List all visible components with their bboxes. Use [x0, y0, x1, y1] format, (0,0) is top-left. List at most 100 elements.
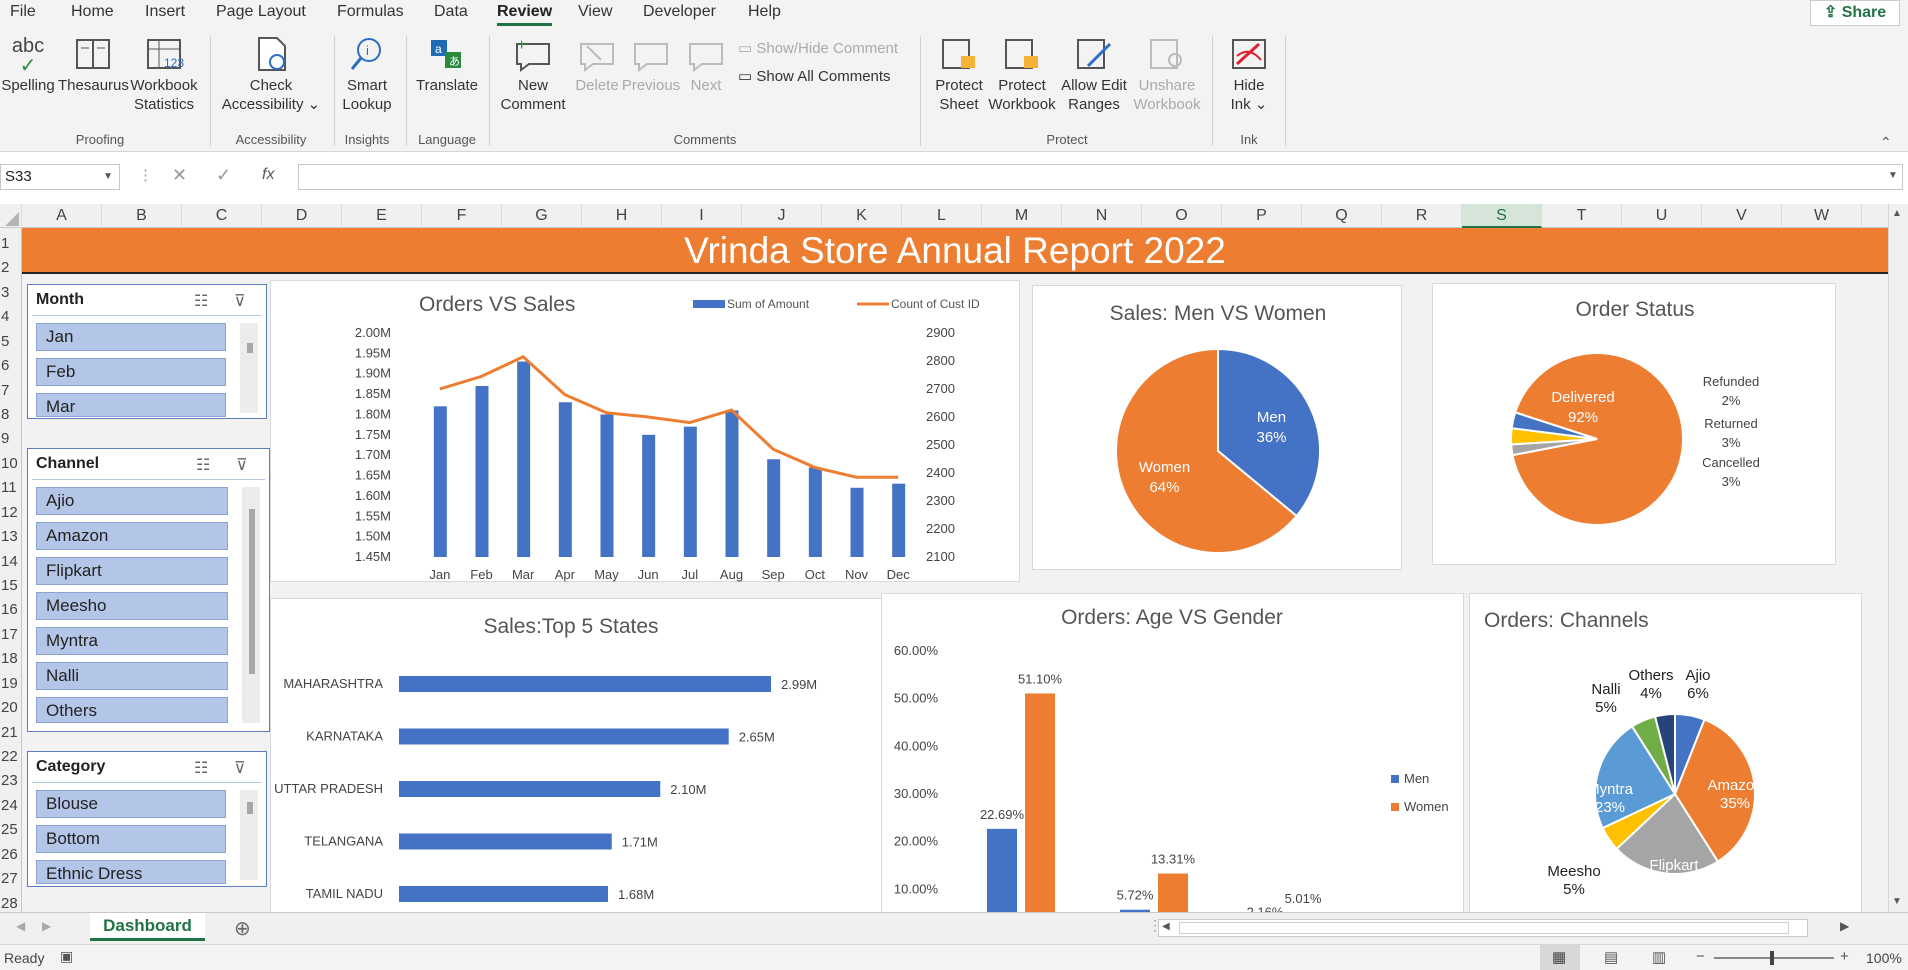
- insert-function-icon[interactable]: fx: [262, 166, 274, 184]
- zoom-out-icon[interactable]: −: [1696, 948, 1705, 965]
- slicer-item-feb[interactable]: Feb: [36, 358, 226, 386]
- slicer-item-myntra[interactable]: Myntra: [36, 627, 228, 655]
- row-header-20[interactable]: 20: [0, 698, 22, 718]
- page-break-view-icon[interactable]: ▥: [1652, 948, 1666, 966]
- expand-formula-icon[interactable]: ▼: [1888, 170, 1898, 181]
- column-header-j[interactable]: J: [742, 204, 822, 228]
- clear-filter-icon[interactable]: ⊽: [234, 758, 246, 778]
- multi-select-icon[interactable]: ☷: [194, 291, 208, 311]
- slicer-item-amazon[interactable]: Amazon: [36, 522, 228, 550]
- row-header-28[interactable]: 28: [0, 894, 22, 914]
- column-header-l[interactable]: L: [902, 204, 982, 228]
- row-header-13[interactable]: 13: [0, 527, 22, 547]
- row-header-1[interactable]: 1: [0, 234, 22, 254]
- row-header-3[interactable]: 3: [0, 283, 22, 303]
- slicer-item-ajio[interactable]: Ajio: [36, 487, 228, 515]
- row-header-12[interactable]: 12: [0, 503, 22, 523]
- slicer-item-blouse[interactable]: Blouse: [36, 790, 226, 818]
- column-header-q[interactable]: Q: [1302, 204, 1382, 228]
- row-header-26[interactable]: 26: [0, 845, 22, 865]
- slicer-item-bottom[interactable]: Bottom: [36, 825, 226, 853]
- chart-sales-men-vs-women[interactable]: Sales: Men VS Women Men 36% Women 64%: [1032, 285, 1402, 570]
- tab-formulas[interactable]: Formulas: [337, 3, 404, 21]
- tab-insert[interactable]: Insert: [145, 3, 185, 21]
- row-header-4[interactable]: 4: [0, 307, 22, 327]
- macro-record-icon[interactable]: ▣: [60, 948, 73, 965]
- chart-order-status[interactable]: Order Status Delivered 92% Refunded 2% Return…: [1432, 283, 1836, 565]
- slicer-scrollbar[interactable]: [242, 487, 260, 723]
- chart-orders-channels[interactable]: Orders: Channels Ajio 6% Amazon 35% Flipkart 2…: [1469, 593, 1862, 912]
- column-header-h[interactable]: H: [582, 204, 662, 228]
- hide-ink-button[interactable]: Hide Ink ⌄: [1218, 36, 1280, 114]
- slicer-scrollbar[interactable]: [240, 323, 258, 413]
- column-header-d[interactable]: D: [262, 204, 342, 228]
- smart-lookup-button[interactable]: i Smart Lookup: [340, 36, 394, 114]
- column-header-b[interactable]: B: [102, 204, 182, 228]
- column-header-w[interactable]: W: [1782, 204, 1862, 228]
- row-header-25[interactable]: 25: [0, 820, 22, 840]
- scroll-thumb[interactable]: [247, 802, 253, 814]
- select-all-corner[interactable]: [0, 204, 22, 228]
- row-header-15[interactable]: 15: [0, 576, 22, 596]
- row-header-23[interactable]: 23: [0, 771, 22, 791]
- multi-select-icon[interactable]: ☷: [196, 455, 210, 475]
- check-accessibility-button[interactable]: Check Accessibility ⌄: [218, 36, 324, 114]
- slicer-scrollbar[interactable]: [240, 790, 258, 880]
- clear-filter-icon[interactable]: ⊽: [234, 291, 246, 311]
- enter-icon[interactable]: ✓: [216, 165, 231, 186]
- scroll-thumb[interactable]: [1179, 922, 1789, 934]
- workbook-statistics-button[interactable]: 123 Workbook Statistics: [128, 36, 200, 114]
- unshare-workbook-button[interactable]: Unshare Workbook: [1132, 36, 1202, 114]
- row-header-21[interactable]: 21: [0, 723, 22, 743]
- row-header-8[interactable]: 8: [0, 405, 22, 425]
- scroll-left-icon[interactable]: ◀: [1162, 921, 1170, 932]
- row-header-9[interactable]: 9: [0, 429, 22, 449]
- row-header-19[interactable]: 19: [0, 674, 22, 694]
- prev-sheet-icon[interactable]: ◀: [16, 919, 25, 933]
- slicer-item-others[interactable]: Others: [36, 697, 228, 723]
- cancel-icon[interactable]: ✕: [172, 165, 187, 186]
- row-header-7[interactable]: 7: [0, 381, 22, 401]
- column-header-v[interactable]: V: [1702, 204, 1782, 228]
- zoom-slider[interactable]: [1714, 951, 1834, 965]
- slicer-item-jan[interactable]: Jan: [36, 323, 226, 351]
- share-button[interactable]: ⇪ Share: [1810, 0, 1900, 26]
- column-header-r[interactable]: R: [1382, 204, 1462, 228]
- scroll-down-icon[interactable]: ▼: [1892, 896, 1902, 907]
- translate-button[interactable]: aあ Translate: [412, 36, 482, 95]
- chart-top-5-states[interactable]: Sales:Top 5 States MAHARASHTRA 2.99M KARNAT…: [270, 598, 893, 912]
- slicer-item-nalli[interactable]: Nalli: [36, 662, 228, 690]
- scroll-up-icon[interactable]: ▲: [1892, 208, 1902, 219]
- row-header-16[interactable]: 16: [0, 600, 22, 620]
- allow-edit-ranges-button[interactable]: Allow Edit Ranges: [1056, 36, 1132, 114]
- formula-input[interactable]: [298, 164, 1903, 190]
- tab-file[interactable]: File: [10, 3, 36, 21]
- tab-developer[interactable]: Developer: [643, 3, 716, 21]
- slicer-channel[interactable]: Channel ☷ ⊽ Ajio Amazon Flipkart Meesho …: [27, 448, 270, 732]
- column-header-s[interactable]: S: [1462, 204, 1542, 228]
- slicer-month[interactable]: Month ☷ ⊽ Jan Feb Mar: [27, 284, 267, 419]
- slicer-item-mar[interactable]: Mar: [36, 393, 226, 417]
- column-header-n[interactable]: N: [1062, 204, 1142, 228]
- tab-review[interactable]: Review: [497, 3, 553, 26]
- column-header-f[interactable]: F: [422, 204, 502, 228]
- tab-page-layout[interactable]: Page Layout: [216, 3, 306, 21]
- sheet-tab-dashboard[interactable]: Dashboard: [90, 913, 205, 941]
- normal-view-button[interactable]: ▦: [1540, 945, 1580, 970]
- row-header-24[interactable]: 24: [0, 796, 22, 816]
- zoom-slider-thumb[interactable]: [1770, 951, 1774, 965]
- tab-data[interactable]: Data: [434, 3, 468, 21]
- row-header-14[interactable]: 14: [0, 552, 22, 572]
- row-header-5[interactable]: 5: [0, 332, 22, 352]
- column-header-p[interactable]: P: [1222, 204, 1302, 228]
- row-header-11[interactable]: 11: [0, 478, 22, 498]
- row-header-6[interactable]: 6: [0, 356, 22, 376]
- protect-sheet-button[interactable]: Protect Sheet: [928, 36, 990, 114]
- zoom-in-icon[interactable]: +: [1840, 948, 1849, 965]
- multi-select-icon[interactable]: ☷: [194, 758, 208, 778]
- next-sheet-icon[interactable]: ▶: [42, 919, 51, 933]
- column-header-a[interactable]: A: [22, 204, 102, 228]
- zoom-level[interactable]: 100%: [1866, 950, 1902, 966]
- row-header-2[interactable]: 2: [0, 258, 22, 278]
- tab-home[interactable]: Home: [71, 3, 114, 21]
